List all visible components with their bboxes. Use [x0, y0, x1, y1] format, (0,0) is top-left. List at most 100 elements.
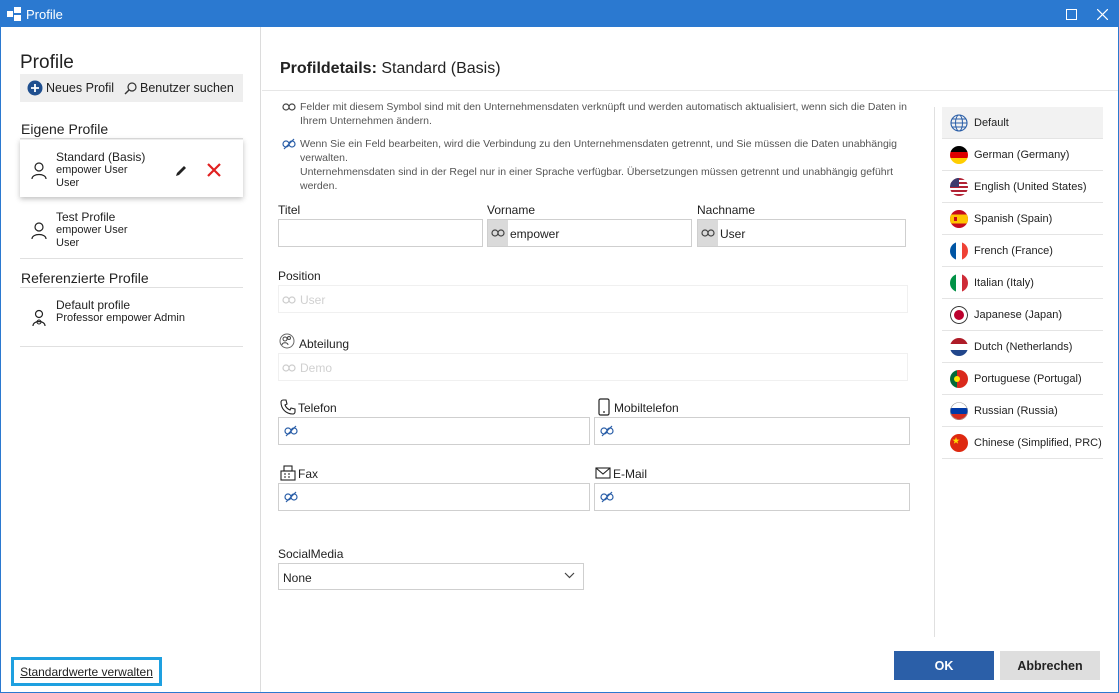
abteilung-field[interactable]: Demo [278, 353, 908, 381]
email-field[interactable] [594, 483, 910, 511]
user-icon [31, 162, 47, 183]
search-user-label: Benutzer suchen [140, 81, 234, 95]
profile-role: User [56, 237, 80, 249]
profile-role: User [56, 177, 80, 189]
admin-user-icon [31, 309, 47, 330]
new-profile-button[interactable]: Neues Profil [27, 74, 114, 102]
maximize-icon [1065, 8, 1077, 20]
pencil-icon [176, 166, 186, 176]
profile-item-standard[interactable]: Standard (Basis) empower User User [20, 139, 243, 197]
language-name: Portuguese (Portugal) [974, 372, 1082, 385]
panel-title: Profile [20, 52, 74, 73]
nachname-field[interactable]: User [697, 219, 906, 247]
flag-pt-icon [950, 369, 968, 388]
divider [20, 258, 243, 259]
search-icon [124, 81, 137, 94]
ok-button[interactable]: OK [894, 651, 994, 680]
info-linked-text: Felder mit diesem Symbol sind mit den Un… [300, 101, 907, 127]
window-title: Profile [26, 7, 63, 22]
fax-field[interactable] [278, 483, 590, 511]
flag-es-icon [950, 209, 968, 228]
socialmedia-select[interactable]: None [278, 563, 584, 590]
flag-us-icon [950, 177, 968, 196]
profile-owner: Professor empower Admin [56, 312, 185, 324]
link-icon [698, 220, 718, 246]
own-profiles-heading: Eigene Profile [21, 121, 109, 137]
language-item-spanish[interactable]: Spanish (Spain) [942, 203, 1103, 235]
language-item-italian[interactable]: Italian (Italy) [942, 267, 1103, 299]
add-circle-icon [27, 80, 43, 96]
flag-ru-icon [950, 401, 968, 420]
mobile-phone-icon [598, 398, 610, 419]
language-item-french[interactable]: French (France) [942, 235, 1103, 267]
flag-nl-icon [950, 337, 968, 356]
profile-owner: empower User [56, 224, 128, 236]
position-field[interactable]: User [278, 285, 908, 313]
language-name: Italian (Italy) [974, 276, 1034, 289]
info-translation-text: Unternehmensdaten sind in der Regel nur … [300, 166, 894, 192]
language-item-default[interactable]: Default [942, 107, 1103, 139]
profile-name: Default profile [56, 298, 131, 312]
language-name: Japanese (Japan) [974, 308, 1063, 321]
language-item-dutch[interactable]: Dutch (Netherlands) [942, 331, 1103, 363]
language-name: Russian (Russia) [974, 404, 1058, 417]
divider [20, 287, 243, 288]
details-title-label: Profildetails: [280, 60, 377, 77]
unlink-icon [282, 138, 296, 150]
abteilung-label: Abteilung [299, 337, 350, 351]
link-icon [282, 296, 296, 304]
language-name: German (Germany) [974, 148, 1070, 161]
flag-de-icon [950, 145, 968, 164]
language-name: Default [974, 116, 1009, 129]
language-name: French (France) [974, 244, 1053, 257]
language-item-german[interactable]: German (Germany) [942, 139, 1103, 171]
cancel-button[interactable]: Abbrechen [1000, 651, 1100, 680]
titel-field[interactable] [278, 219, 483, 247]
nachname-label: Nachname [697, 203, 756, 217]
flag-fr-icon [950, 241, 968, 260]
delete-x-icon [207, 163, 221, 177]
vorname-label: Vorname [487, 203, 536, 217]
close-icon [1096, 8, 1108, 20]
details-title-profile: Standard (Basis) [381, 60, 501, 77]
profile-name: Test Profile [56, 210, 116, 224]
edit-profile-button[interactable] [174, 164, 188, 181]
profile-owner: empower User [56, 164, 128, 176]
link-icon [282, 364, 296, 372]
link-icon [488, 220, 508, 246]
new-profile-label: Neues Profil [46, 81, 115, 95]
profile-item-default[interactable]: Default profile Professor empower Admin [20, 293, 243, 347]
titel-label: Titel [278, 203, 301, 217]
mobiltelefon-field[interactable] [594, 417, 910, 445]
fax-icon [280, 465, 296, 484]
search-user-button[interactable]: Benutzer suchen [124, 74, 234, 102]
close-button[interactable] [1084, 1, 1119, 27]
email-label: E-Mail [613, 467, 648, 481]
flag-jp-icon [950, 305, 968, 324]
language-item-english-us[interactable]: English (United States) [942, 171, 1103, 203]
divider [20, 346, 243, 347]
department-icon [279, 333, 295, 352]
profile-details-panel: Profildetails: Standard (Basis) Felder m… [262, 27, 1118, 692]
email-icon [595, 467, 611, 482]
delete-profile-button[interactable] [206, 162, 222, 181]
telefon-field[interactable] [278, 417, 590, 445]
flag-it-icon [950, 273, 968, 292]
user-icon [31, 222, 47, 243]
telefon-label: Telefon [298, 401, 337, 415]
title-bar: Profile [1, 1, 1118, 27]
language-name: Chinese (Simplified, PRC) [974, 436, 1102, 449]
profile-item-test[interactable]: Test Profile empower User User [20, 204, 243, 258]
language-divider [934, 107, 935, 637]
language-item-japanese[interactable]: Japanese (Japan) [942, 299, 1103, 331]
chevron-down-icon [564, 572, 575, 579]
language-item-portuguese[interactable]: Portuguese (Portugal) [942, 363, 1103, 395]
language-item-russian[interactable]: Russian (Russia) [942, 395, 1103, 427]
vorname-value: empower [510, 227, 560, 241]
details-header [262, 27, 1118, 91]
profile-window: Profile Profile Neues Profil Benutzer su… [0, 0, 1119, 693]
language-item-chinese[interactable]: Chinese (Simplified, PRC) [942, 427, 1103, 459]
details-title: Profildetails: Standard (Basis) [280, 60, 501, 78]
manage-defaults-link[interactable]: Standardwerte verwalten [11, 657, 162, 686]
vorname-field[interactable]: empower [487, 219, 692, 247]
